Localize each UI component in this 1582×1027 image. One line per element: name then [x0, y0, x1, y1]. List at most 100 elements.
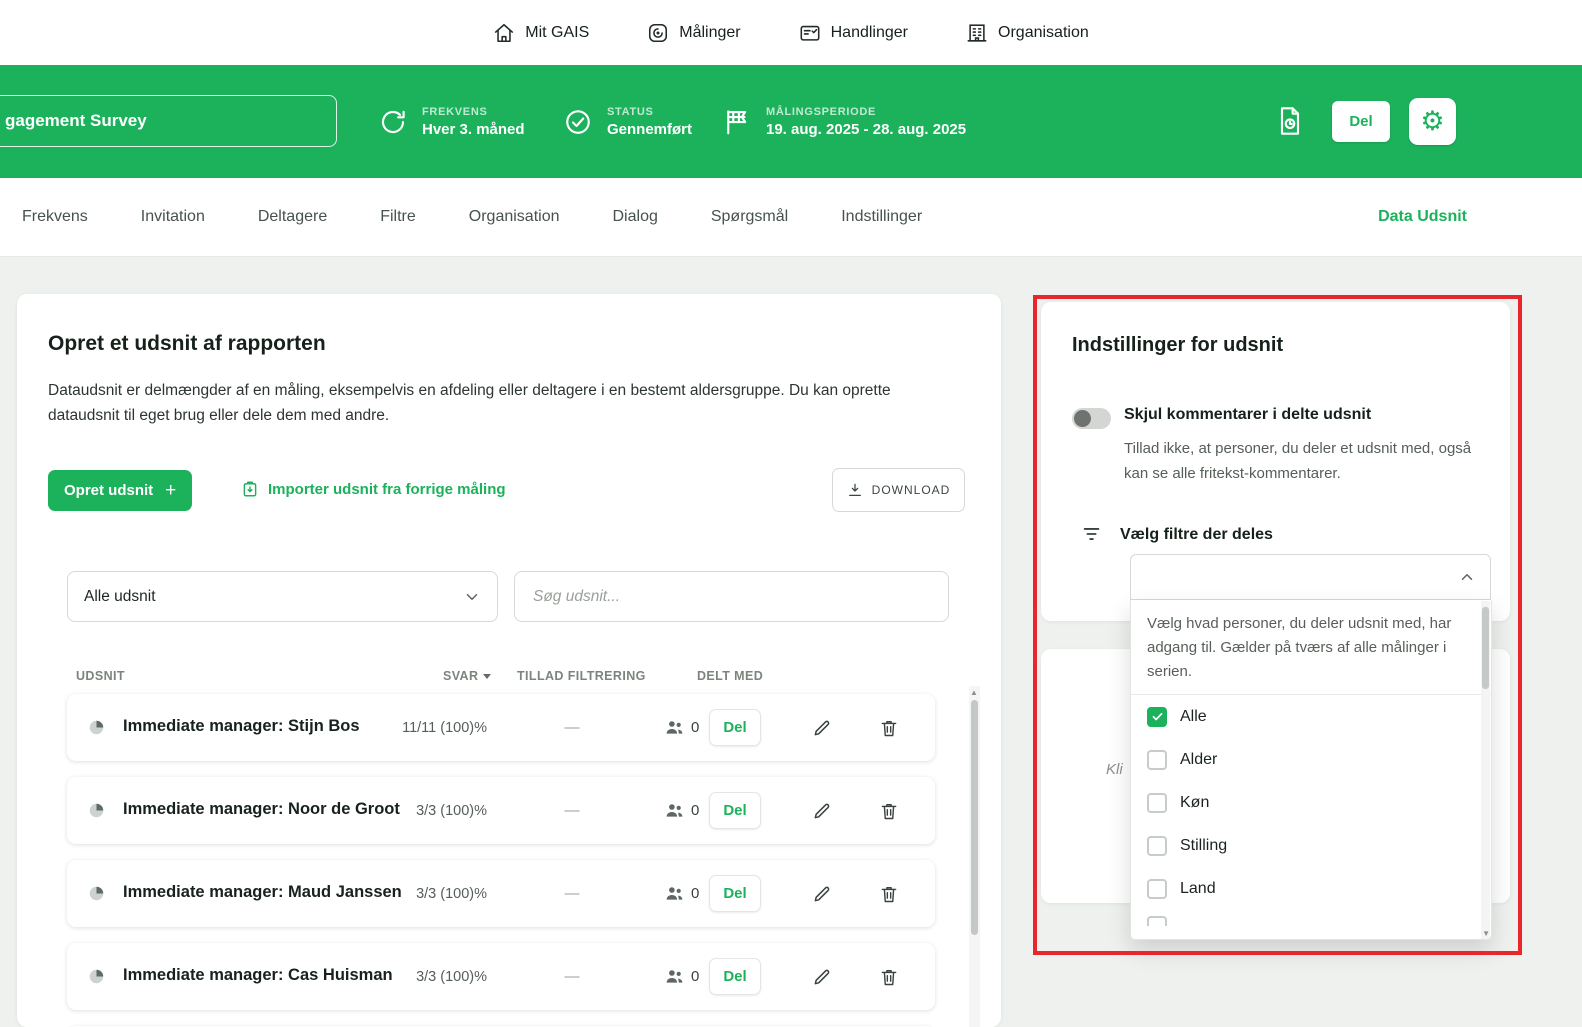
filter-select-label: Vælg filtre der deles: [1120, 526, 1273, 543]
tab-indstillinger[interactable]: Indstillinger: [841, 208, 922, 226]
tab-invitation[interactable]: Invitation: [141, 208, 205, 226]
frekvens-label: FREKVENS: [422, 105, 488, 118]
edit-pencil-icon[interactable]: [812, 966, 832, 987]
export-report-icon[interactable]: [1274, 105, 1306, 141]
dropdown-scrollbar-track: ▼: [1481, 601, 1490, 939]
list-scrollbar-thumb[interactable]: [971, 700, 978, 935]
periode-value: 19. aug. 2025 - 28. aug. 2025: [766, 120, 967, 138]
dropdown-option-stilling[interactable]: Stilling: [1131, 824, 1491, 867]
tab-spoergsmaal[interactable]: Spørgsmål: [711, 208, 788, 226]
table-row: Immediate manager: Noor de Groot 3/3 (10…: [67, 777, 935, 844]
toggle-label: Skjul kommentarer i delte udsnit: [1124, 406, 1372, 423]
dropdown-option-alle[interactable]: Alle: [1131, 695, 1491, 738]
filtrering-value: —: [564, 802, 580, 819]
tab-deltagere[interactable]: Deltagere: [258, 208, 327, 226]
filtrering-value: —: [564, 968, 580, 985]
edit-pencil-icon[interactable]: [812, 883, 832, 904]
import-udsnit-link[interactable]: Importer udsnit fra forrige måling: [241, 480, 506, 498]
download-button[interactable]: DOWNLOAD: [832, 468, 965, 512]
udsnit-filter-select[interactable]: Alle udsnit: [67, 571, 498, 622]
row-del-button[interactable]: Del: [709, 709, 761, 746]
tab-frekvens[interactable]: Frekvens: [22, 208, 88, 226]
nav-item-handlinger[interactable]: Handlinger: [799, 22, 908, 44]
pie-chart-icon: [88, 885, 105, 902]
finish-flag-icon: [722, 107, 752, 137]
checkbox-unchecked[interactable]: [1147, 749, 1167, 770]
udsnit-name: Immediate manager: Noor de Groot: [123, 800, 400, 818]
shared-count: 0: [664, 966, 699, 987]
table-row: Immediate manager: Stijn Bos 11/11 (100)…: [67, 694, 935, 761]
people-icon: [664, 883, 685, 904]
dropdown-option-partial[interactable]: [1131, 910, 1491, 926]
pie-chart-icon: [88, 719, 105, 736]
status-group: STATUS Gennemført: [563, 106, 692, 138]
frequency-cycle-icon: [378, 107, 408, 137]
share-survey-button[interactable]: Del: [1332, 101, 1390, 142]
periode-label: MÅLINGSPERIODE: [766, 105, 877, 118]
tab-organisation[interactable]: Organisation: [469, 208, 560, 226]
toggle-knob: [1074, 410, 1091, 427]
frekvens-value: Hver 3. måned: [422, 120, 525, 138]
checkbox-unchecked[interactable]: [1147, 878, 1167, 899]
people-icon: [664, 800, 685, 821]
indstillinger-card: Indstillinger for udsnit Skjul kommentar…: [1041, 302, 1510, 621]
list-scrollbar-track: ▲: [969, 686, 980, 1027]
hide-comments-toggle[interactable]: [1072, 408, 1111, 429]
settings-title: Indstillinger for udsnit: [1072, 334, 1284, 356]
column-header-svar[interactable]: SVAR: [443, 669, 492, 683]
svar-value: 3/3 (100)%: [416, 803, 487, 819]
nav-item-mit-gais[interactable]: Mit GAIS: [493, 22, 589, 44]
dropdown-scrollbar-thumb[interactable]: [1482, 607, 1489, 689]
download-icon: [847, 482, 863, 498]
scroll-up-icon[interactable]: ▲: [970, 688, 978, 697]
page-description: Dataudsnit er delmængder af en måling, e…: [48, 382, 891, 424]
search-input[interactable]: [514, 571, 949, 622]
delete-trash-icon[interactable]: [879, 717, 899, 738]
shared-filters-dropdown: Vælg hvad personer, du deler udsnit med,…: [1130, 600, 1492, 940]
nav-item-maalinger[interactable]: Målinger: [647, 22, 741, 44]
row-del-button[interactable]: Del: [709, 792, 761, 829]
nav-label: Handlinger: [830, 23, 909, 41]
nav-item-organisation[interactable]: Organisation: [966, 22, 1089, 44]
scroll-down-icon[interactable]: ▼: [1482, 929, 1490, 938]
tab-data-udsnit[interactable]: Data Udsnit: [1378, 208, 1467, 226]
checkbox-unchecked[interactable]: [1147, 792, 1167, 813]
udsnit-card: Opret et udsnit af rapporten Dataudsnit …: [17, 294, 1001, 1027]
settings-gear-button[interactable]: ⚙: [1409, 98, 1456, 145]
nav-label: Organisation: [998, 23, 1089, 41]
dropdown-option-alder[interactable]: Alder: [1131, 738, 1491, 781]
dropdown-help-text: Vælg hvad personer, du deler udsnit med,…: [1147, 615, 1452, 680]
survey-title-input[interactable]: [0, 95, 337, 147]
filter-lines-icon: [1081, 523, 1103, 545]
delete-trash-icon[interactable]: [879, 883, 899, 904]
nav-label: Målinger: [679, 23, 741, 41]
delete-trash-icon[interactable]: [879, 800, 899, 821]
shared-count: 0: [664, 800, 699, 821]
people-icon: [664, 966, 685, 987]
shared-count: 0: [664, 883, 699, 904]
checkbox-unchecked: [1147, 916, 1167, 926]
sort-desc-icon: [483, 673, 492, 679]
checkbox-unchecked[interactable]: [1147, 835, 1167, 856]
tab-filtre[interactable]: Filtre: [380, 208, 416, 226]
delete-trash-icon[interactable]: [879, 966, 899, 987]
chevron-up-icon: [1458, 568, 1476, 586]
pie-chart-icon: [88, 968, 105, 985]
svar-value: 3/3 (100)%: [416, 969, 487, 985]
shared-count: 0: [664, 717, 699, 738]
filtrering-value: —: [564, 719, 580, 736]
shared-filters-select[interactable]: [1130, 554, 1491, 600]
status-value: Gennemført: [607, 120, 693, 138]
toggle-description: Tillad ikke, at personer, du deler et ud…: [1124, 440, 1472, 482]
opret-udsnit-button[interactable]: Opret udsnit +: [48, 470, 193, 511]
checkbox-checked[interactable]: [1147, 706, 1167, 727]
dropdown-option-koen[interactable]: Køn: [1131, 781, 1491, 824]
top-navigation: Mit GAIS Målinger Handlinger Organisatio…: [0, 0, 1582, 65]
edit-pencil-icon[interactable]: [812, 800, 832, 821]
edit-pencil-icon[interactable]: [812, 717, 832, 738]
tab-dialog[interactable]: Dialog: [613, 208, 658, 226]
check-circle-icon: [563, 107, 593, 137]
dropdown-option-land[interactable]: Land: [1131, 867, 1491, 910]
row-del-button[interactable]: Del: [709, 958, 761, 995]
row-del-button[interactable]: Del: [709, 875, 761, 912]
